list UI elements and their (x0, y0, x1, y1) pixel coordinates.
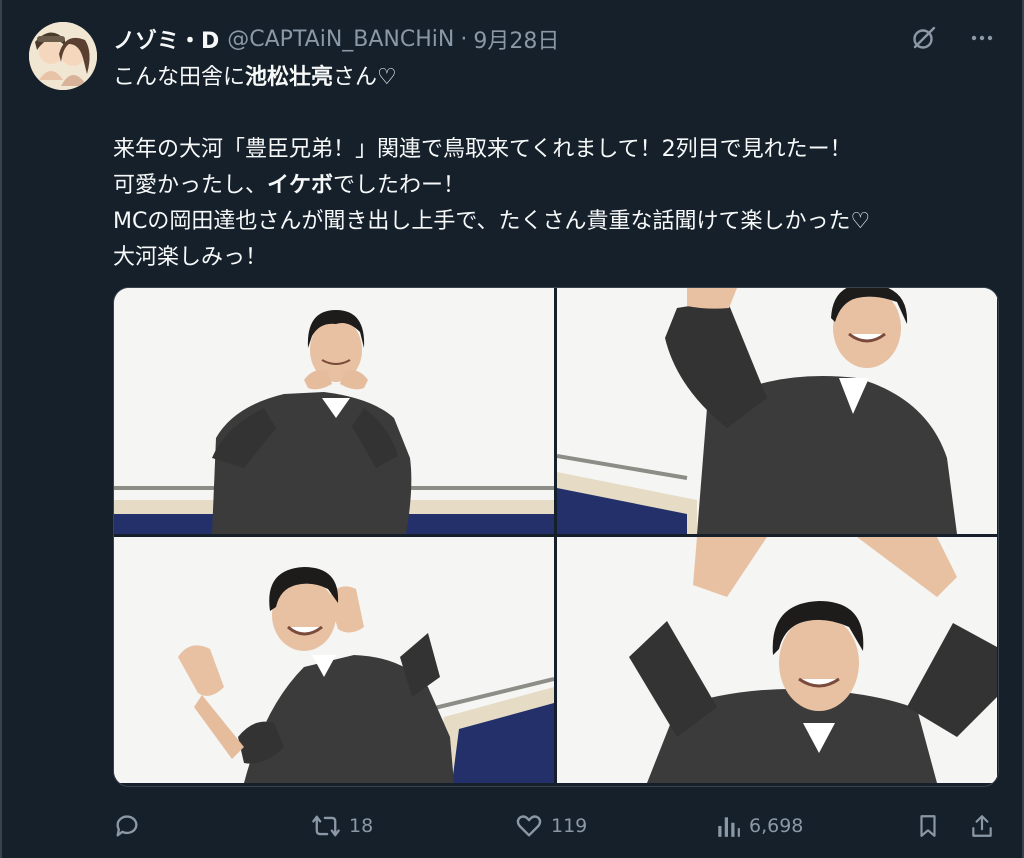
tweet-date[interactable]: 9月28日 (473, 23, 559, 55)
bold-word: イケボ (267, 173, 334, 198)
tweet-top-actions (908, 22, 998, 54)
more-icon[interactable] (966, 22, 998, 54)
media-photo-2[interactable] (557, 288, 997, 534)
reply-button[interactable] (113, 806, 149, 846)
media-photo-1[interactable] (114, 288, 554, 534)
tweet-header: ノゾミ・D @CAPTAiN_BANCHiN · 9月28日 (113, 22, 559, 56)
like-count: 119 (551, 815, 588, 837)
views-count: 6,698 (749, 815, 804, 837)
tweet-actions-bar: 18 119 6,698 (113, 806, 997, 846)
separator-dot: · (460, 26, 468, 52)
user-handle[interactable]: @CAPTAiN_BANCHiN (227, 27, 454, 52)
views-icon (718, 817, 740, 837)
frame-border-left (0, 0, 2, 858)
heart-icon (516, 815, 542, 837)
bookmark-icon (920, 815, 936, 837)
tweet-text-line-3: 可愛かったし、イケボでしたわー！ (113, 173, 466, 198)
media-photo-3[interactable] (114, 537, 554, 783)
share-button[interactable] (969, 806, 995, 846)
tweet-text-line-2: 来年の大河「豊臣兄弟！」関連で鳥取来てくれまして！2列目で見れたー！ (113, 137, 852, 162)
media-grid (113, 287, 999, 787)
retweet-button[interactable]: 18 (311, 806, 373, 846)
display-name[interactable]: ノゾミ・D (113, 23, 219, 55)
share-icon (972, 815, 992, 837)
reply-icon (116, 815, 138, 837)
bookmark-button[interactable] (915, 806, 941, 846)
retweet-icon (312, 815, 340, 837)
views-button[interactable]: 6,698 (715, 806, 803, 846)
retweet-count: 18 (349, 815, 374, 837)
like-button[interactable]: 119 (515, 806, 587, 846)
tweet-text-line-4: MCの岡田達也さんが聞き出し上手で、たくさん貴重な話聞けて楽しかった♡ (113, 209, 871, 234)
bold-name: 池松壮亮 (245, 65, 334, 90)
tweet-text-line-5: 大河楽しみっ！ (113, 245, 268, 270)
tweet-text: こんな田舎に池松壮亮さん♡ 来年の大河「豊臣兄弟！」関連で鳥取来てくれまして！2… (113, 60, 993, 276)
tweet-text-line-1: こんな田舎に池松壮亮さん♡ (113, 65, 397, 90)
avatar-illustration (29, 22, 97, 90)
media-photo-4[interactable] (557, 537, 997, 783)
grok-icon[interactable] (908, 22, 940, 54)
avatar[interactable] (29, 22, 97, 90)
